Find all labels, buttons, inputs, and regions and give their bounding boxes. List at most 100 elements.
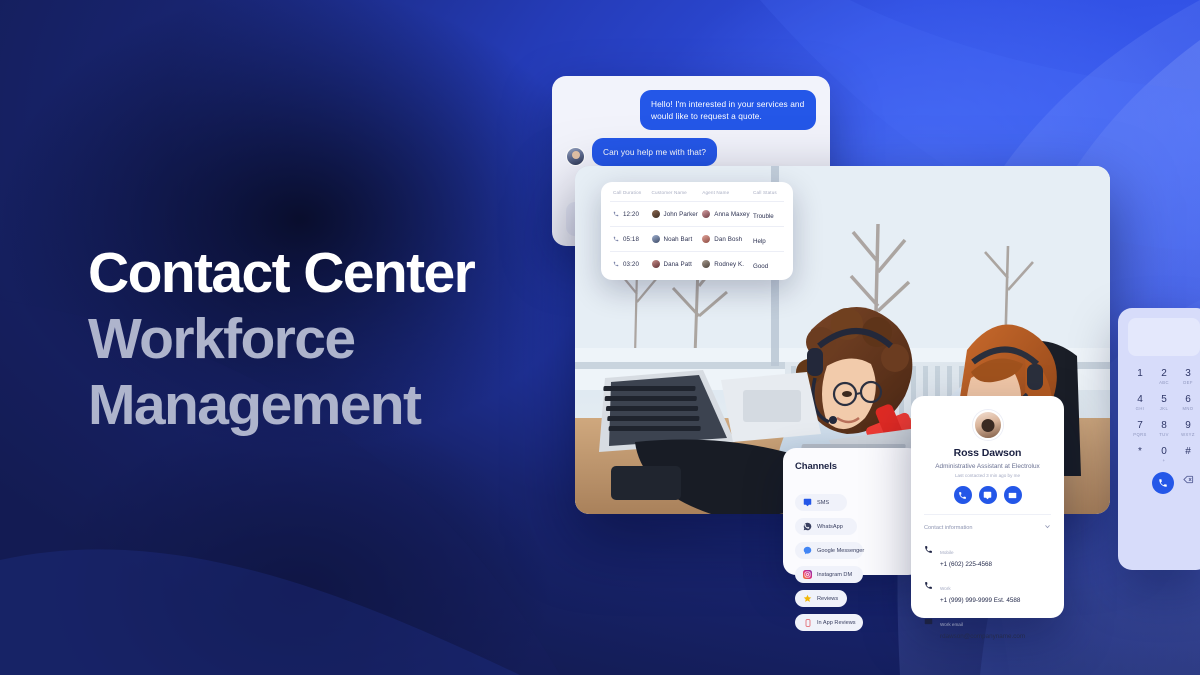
column-header-customer-name: Customer Name — [651, 190, 687, 195]
channel-label: WhatsApp — [817, 523, 843, 530]
instagram-icon — [803, 570, 812, 579]
table-row[interactable]: 03:20 Dana Patt Rodney K. Good — [610, 251, 784, 276]
status-badge: Trouble — [753, 213, 774, 220]
channel-label: In App Reviews — [817, 619, 856, 626]
message-button[interactable] — [978, 486, 997, 504]
table-header-row: Call Duration Customer Name Agent Name C… — [610, 190, 784, 201]
dialpad-key-letters: WXYZ — [1181, 432, 1195, 437]
cell-agent-name: Anna Maxey — [714, 210, 750, 218]
channel-label: Google Messenger — [817, 547, 865, 554]
call-button[interactable] — [953, 486, 972, 504]
email-button[interactable] — [1003, 486, 1022, 504]
call-status-table: Call Duration Customer Name Agent Name C… — [601, 182, 793, 280]
chat-message-incoming: Can you help me with that? — [566, 138, 816, 166]
phone-icon — [613, 236, 619, 242]
dialpad-backspace-button[interactable] — [1176, 472, 1200, 494]
channel-chip-whatsapp[interactable]: WhatsApp — [795, 518, 857, 535]
contact-field-work: Work +1 (999) 999-9999 Est. 4588 — [924, 577, 1051, 604]
cell-agent-name: Rodney K. — [714, 260, 745, 268]
dialpad-key-7[interactable]: 7 PQRS — [1128, 420, 1152, 437]
column-header-call-duration: Call Duration — [613, 190, 642, 195]
dialpad-key-letters: PQRS — [1133, 432, 1147, 437]
contact-name: Ross Dawson — [953, 447, 1022, 459]
avatar — [651, 235, 660, 243]
chevron-down-icon[interactable] — [1044, 523, 1051, 532]
chat-bubble: Can you help me with that? — [592, 138, 718, 166]
dialpad-key-0[interactable]: 0 + — [1152, 446, 1176, 463]
dialpad-key-hash[interactable]: # — [1176, 446, 1200, 463]
dialpad-spacer — [1128, 472, 1152, 494]
avatar — [702, 210, 711, 218]
mail-icon — [924, 613, 933, 626]
chat-bubble: Hello! I'm interested in your services a… — [640, 90, 816, 130]
table-row[interactable]: 12:20 John Parker Anna Maxey Trouble — [610, 201, 784, 226]
phone-icon — [924, 577, 933, 590]
channels-title: Channels — [795, 461, 837, 472]
dialpad-key-1[interactable]: 1 — [1128, 368, 1152, 385]
channel-label: Instagram DM — [817, 571, 853, 578]
avatar — [566, 147, 585, 166]
page-title: Contact Center Workforce Management — [88, 240, 608, 438]
channel-chip-google-messenger[interactable]: Google Messenger — [795, 542, 865, 559]
dialpad-key-8[interactable]: 8 TUV — [1152, 420, 1176, 437]
contact-field-mobile: Mobile +1 (602) 225-4568 — [924, 541, 1051, 568]
channels-panel: Channels SMS WhatsApp Google Messenger I… — [783, 448, 921, 631]
contact-last-contacted: Last contacted 3 min ago by me — [954, 473, 1021, 478]
in-app-reviews-icon — [803, 618, 812, 627]
whatsapp-icon — [803, 522, 812, 531]
channel-chip-in-app-reviews[interactable]: In App Reviews — [795, 614, 863, 631]
avatar — [651, 260, 660, 268]
cell-customer-name: John Parker — [663, 210, 698, 218]
avatar — [972, 410, 1003, 440]
field-label: Work — [940, 586, 951, 591]
dialpad-key-letters: + — [1162, 458, 1166, 463]
cell-customer-name: Noah Bart — [663, 235, 693, 243]
status-badge: Help — [753, 238, 766, 245]
dialpad-key-letters: GHI — [1135, 406, 1145, 411]
divider — [924, 514, 1051, 515]
call-icon — [1152, 472, 1174, 494]
dialpad-key-number: 8 — [1161, 420, 1167, 431]
field-value[interactable]: +1 (602) 225-4568 — [940, 561, 992, 568]
contact-information-header[interactable]: Contact information — [924, 523, 1051, 532]
cell-agent-name: Dan Bosh — [714, 235, 743, 243]
dialpad-key-number: 5 — [1161, 394, 1167, 405]
dialpad-key-3[interactable]: 3 DEF — [1176, 368, 1200, 385]
avatar — [702, 260, 711, 268]
dialpad-key-letters: TUV — [1159, 432, 1169, 437]
dialpad-key-star[interactable]: * — [1128, 446, 1152, 463]
dialpad-call-button[interactable] — [1152, 472, 1176, 494]
dialpad-key-letters: ABC — [1159, 380, 1169, 385]
avatar — [651, 210, 660, 218]
dialpad-key-number: 4 — [1137, 394, 1143, 405]
channel-chip-instagram-dm[interactable]: Instagram DM — [795, 566, 863, 583]
dialpad-key-9[interactable]: 9 WXYZ — [1176, 420, 1200, 437]
dialpad-key-letters: DEF — [1183, 380, 1193, 385]
table-row[interactable]: 05:18 Noah Bart Dan Bosh Help — [610, 226, 784, 251]
chat-message-outgoing: Hello! I'm interested in your services a… — [566, 90, 816, 130]
dialpad-key-5[interactable]: 5 JKL — [1152, 394, 1176, 411]
channel-chip-reviews[interactable]: Reviews — [795, 590, 847, 607]
channel-chip-sms[interactable]: SMS — [795, 494, 847, 511]
dialpad-panel: 1 2 ABC 3 DEF 4 GHI 5 JKL 6 MNO 7 PQRS 8… — [1118, 308, 1200, 570]
dialpad-key-letters: MNO — [1182, 406, 1194, 411]
dialpad-key-number: 3 — [1185, 368, 1191, 379]
headline-line-2: Workforce — [88, 307, 356, 371]
contact-role: Administrative Assistant at Electrolux — [935, 463, 1040, 470]
dialpad-display[interactable] — [1128, 318, 1200, 356]
google-messenger-icon — [803, 546, 812, 555]
channel-label: SMS — [817, 499, 830, 506]
cell-call-duration: 12:20 — [623, 210, 639, 218]
sms-icon — [803, 498, 812, 507]
reviews-icon — [803, 594, 812, 603]
dialpad-key-number: 2 — [1161, 368, 1167, 379]
dialpad-key-4[interactable]: 4 GHI — [1128, 394, 1152, 411]
dialpad-key-2[interactable]: 2 ABC — [1152, 368, 1176, 385]
phone-icon — [613, 261, 619, 267]
field-value[interactable]: rdawson@companyname.com — [940, 633, 1025, 640]
contact-information-label: Contact information — [924, 524, 973, 531]
dialpad-key-number: 7 — [1137, 420, 1143, 431]
field-value[interactable]: +1 (999) 999-9999 Est. 4588 — [940, 597, 1020, 604]
field-label: Work email — [940, 622, 963, 627]
dialpad-key-6[interactable]: 6 MNO — [1176, 394, 1200, 411]
